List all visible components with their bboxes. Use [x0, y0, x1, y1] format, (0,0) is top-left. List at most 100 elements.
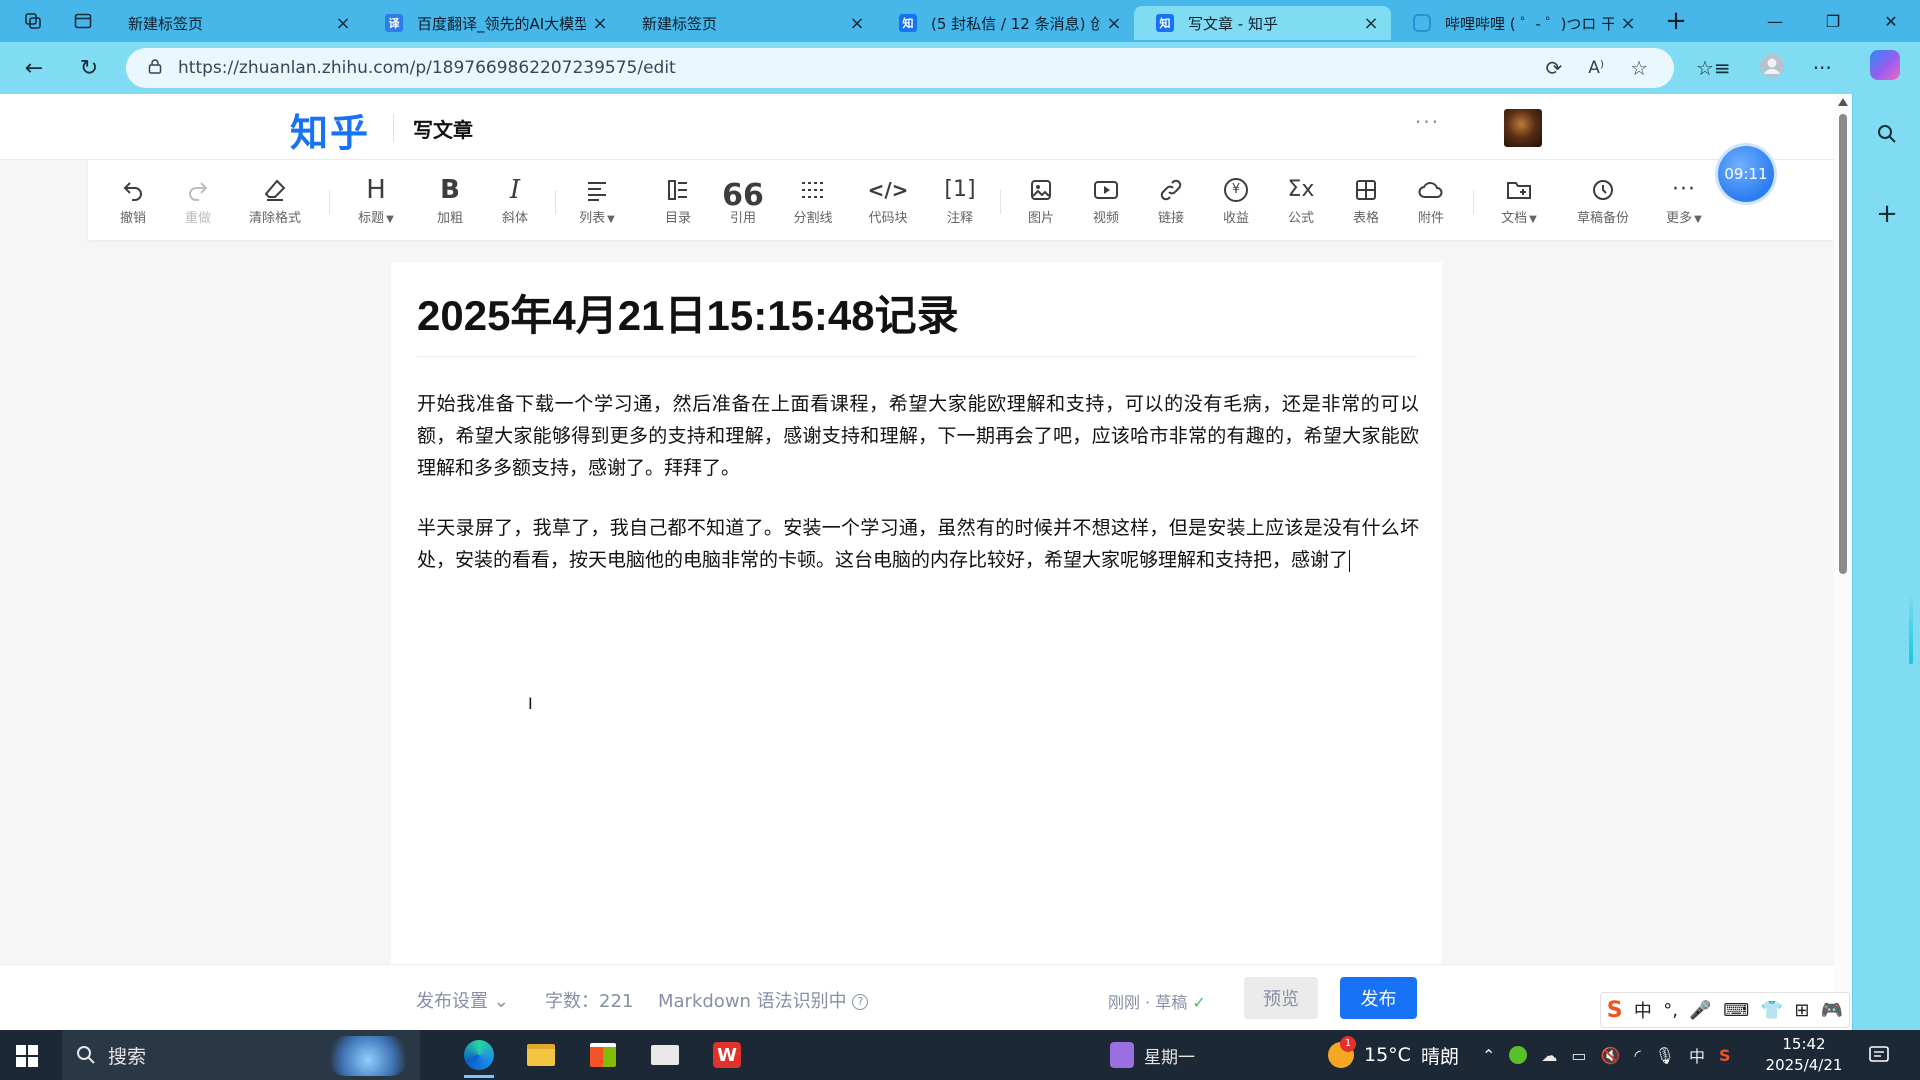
toolbar-code-block-button[interactable]: </> 代码块 [858, 160, 918, 240]
page-scrollbar[interactable] [1834, 94, 1852, 1030]
taskbar-clock[interactable]: 15:42 2025/4/21 [1762, 1034, 1846, 1076]
profile-icon[interactable] [1759, 53, 1785, 83]
article-paragraph-2[interactable]: 半天录屏了，我草了，我自己都不知道了。安装一个学习通，虽然有的时候并不想这样，但… [417, 512, 1419, 576]
wps-office-icon[interactable]: W [696, 1030, 758, 1080]
article-editor[interactable]: 2025年4月21日15:15:48记录 开始我准备下载一个学习通，然后准备在上… [391, 262, 1442, 1030]
quote-icon: 66 [722, 177, 764, 213]
back-button[interactable]: ← [17, 51, 51, 85]
header-more-icon[interactable]: ··· [1415, 110, 1440, 134]
ime-skin-icon[interactable]: 👕 [1761, 1000, 1783, 1021]
taskbar-weather[interactable]: 1 15°C 晴朗 [1328, 1030, 1459, 1080]
windows-start-icon[interactable] [16, 1045, 38, 1067]
restore-button[interactable]: ❐ [1804, 0, 1862, 42]
toolbar-heading-button[interactable]: H 标题 ▼ [346, 160, 406, 240]
favorite-star-icon[interactable]: ☆ [1630, 56, 1648, 80]
settings-more-icon[interactable]: ··· [1813, 56, 1832, 80]
avatar[interactable] [1504, 109, 1542, 147]
minimize-button[interactable]: — [1746, 0, 1804, 42]
input-language[interactable]: 中 [1689, 1043, 1705, 1067]
notification-icon[interactable] [1868, 1044, 1890, 1066]
read-aloud-icon[interactable]: A⁾ [1588, 58, 1604, 78]
toolbar-formula-button[interactable]: Σx 公式 [1271, 160, 1331, 240]
toolbar-divider-button[interactable]: 分割线 [783, 160, 843, 240]
onedrive-icon[interactable]: ☁ [1541, 1046, 1557, 1065]
file-explorer-icon[interactable] [510, 1030, 572, 1080]
microphone-icon[interactable]: 🎙 [1655, 1046, 1675, 1065]
new-tab-button[interactable]: + [1656, 6, 1696, 36]
toolbar-table-button[interactable]: 表格 [1336, 160, 1396, 240]
toolbar-italic-button[interactable]: I 斜体 [485, 160, 545, 240]
toolbar-clear-format-button[interactable]: 清除格式 [245, 160, 305, 240]
edge-browser-icon[interactable] [448, 1030, 510, 1080]
workspaces-icon[interactable] [16, 4, 50, 38]
microsoft-store-icon[interactable] [572, 1030, 634, 1080]
close-tab-icon[interactable]: × [1106, 13, 1122, 34]
toolbar-undo-button[interactable]: 撤销 [103, 160, 163, 240]
ime-keyboard-icon[interactable]: ⌨ [1723, 1000, 1749, 1021]
network-icon[interactable]: ◜ [1634, 1046, 1640, 1065]
url-field[interactable]: https://zhuanlan.zhihu.com/p/18976698622… [126, 48, 1674, 88]
toolbar-list-button[interactable]: 列表 ▼ [567, 160, 627, 240]
browser-tab-2[interactable]: 译百度翻译_领先的AI大模型翻 × [363, 6, 620, 40]
tab-actions-icon[interactable] [66, 4, 100, 38]
toolbar-attachment-button[interactable]: 附件 [1401, 160, 1461, 240]
sogou-ime-icon[interactable]: S [1607, 998, 1623, 1023]
close-tab-icon[interactable]: × [849, 13, 865, 34]
toolbar-link-button[interactable]: 链接 [1141, 160, 1201, 240]
help-icon[interactable]: ? [852, 994, 869, 1010]
battery-icon[interactable]: ▭ [1571, 1046, 1586, 1065]
ime-voice-icon[interactable]: 🎤 [1689, 1000, 1711, 1021]
browser-tab-6[interactable]: 哔哩哔哩 ( ゜- ゜)つロ 干杯~ × [1391, 6, 1648, 40]
toolbar-image-button[interactable]: 图片 [1011, 160, 1071, 240]
browser-tab-3[interactable]: 新建标签页 × [620, 6, 877, 40]
close-tab-icon[interactable]: × [1363, 13, 1379, 34]
refresh-button[interactable]: ↻ [72, 51, 106, 85]
toolbar-redo-button[interactable]: 重做 [168, 160, 228, 240]
ime-game-icon[interactable]: 🎮 [1821, 1000, 1843, 1021]
taskbar-calendar[interactable]: 星期一 [1110, 1030, 1195, 1080]
toolbar-document-button[interactable]: 文档 ▼ [1489, 160, 1549, 240]
taskbar-search[interactable]: 搜索 [62, 1030, 420, 1080]
volume-icon[interactable]: 🔇 [1601, 1046, 1621, 1065]
ime-mode[interactable]: 中 [1634, 997, 1652, 1023]
close-window-button[interactable]: ✕ [1862, 0, 1920, 42]
favorites-icon[interactable]: ☆≡ [1696, 56, 1731, 80]
tray-app-green-icon[interactable] [1509, 1046, 1528, 1064]
scroll-up-icon[interactable] [1838, 98, 1848, 106]
close-tab-icon[interactable]: × [1620, 13, 1636, 34]
publish-button[interactable]: 发布 [1340, 977, 1417, 1019]
browser-tab-5[interactable]: 知写文章 - 知乎 × [1134, 6, 1391, 40]
ime-punctuation[interactable]: °, [1663, 1000, 1678, 1021]
toolbar-quote-button[interactable]: 66 引用 [713, 160, 773, 240]
article-paragraph-1[interactable]: 开始我准备下载一个学习通，然后准备在上面看课程，希望大家能欧理解和支持，可以的没… [417, 388, 1419, 484]
copilot-icon[interactable] [1870, 50, 1900, 80]
toolbar-video-button[interactable]: 视频 [1076, 160, 1136, 240]
recording-timer[interactable]: 09:11 [1718, 146, 1774, 202]
toolbar-footnote-button[interactable]: [1] 注释 [930, 160, 990, 240]
toolbar-label: 更多 ▼ [1666, 207, 1702, 226]
toolbar-more-button[interactable]: ··· 更多 ▼ [1654, 160, 1714, 240]
tray-overflow-icon[interactable]: ⌃ [1482, 1046, 1495, 1065]
ime-toolbox-icon[interactable]: ⊞ [1794, 1000, 1809, 1021]
close-tab-icon[interactable]: × [592, 13, 608, 34]
browser-tab-4[interactable]: 知 (5 封私信 / 12 条消息) 创作 × [877, 6, 1134, 40]
mail-icon[interactable] [634, 1030, 696, 1080]
browser-tab-1[interactable]: 新建标签页 × [106, 6, 363, 40]
preview-button[interactable]: 预览 [1244, 977, 1318, 1019]
sidebar-indicator [1909, 594, 1913, 664]
sidebar-search-icon[interactable] [1853, 94, 1920, 174]
close-tab-icon[interactable]: × [335, 13, 351, 34]
article-title[interactable]: 2025年4月21日15:15:48记录 [417, 282, 959, 343]
toolbar-earnings-button[interactable]: ¥ 收益 [1206, 160, 1266, 240]
markdown-status[interactable]: Markdown 语法识别中 ? [658, 987, 869, 1013]
zhihu-logo[interactable]: 知乎 [290, 102, 370, 157]
scrollbar-thumb[interactable] [1839, 114, 1847, 574]
toolbar-draft-backup-button[interactable]: 草稿备份 [1573, 160, 1633, 240]
sidebar-add-icon[interactable]: + [1853, 174, 1920, 254]
immersive-reader-icon[interactable]: ⟳ [1545, 56, 1562, 80]
toolbar-bold-button[interactable]: B 加粗 [420, 160, 480, 240]
toolbar-toc-button[interactable]: 目录 [648, 160, 708, 240]
sogou-tray-icon[interactable]: S [1719, 1046, 1731, 1065]
weather-text: 晴朗 [1420, 1045, 1459, 1068]
publish-settings-button[interactable]: 发布设置 ⌄ [416, 987, 509, 1013]
